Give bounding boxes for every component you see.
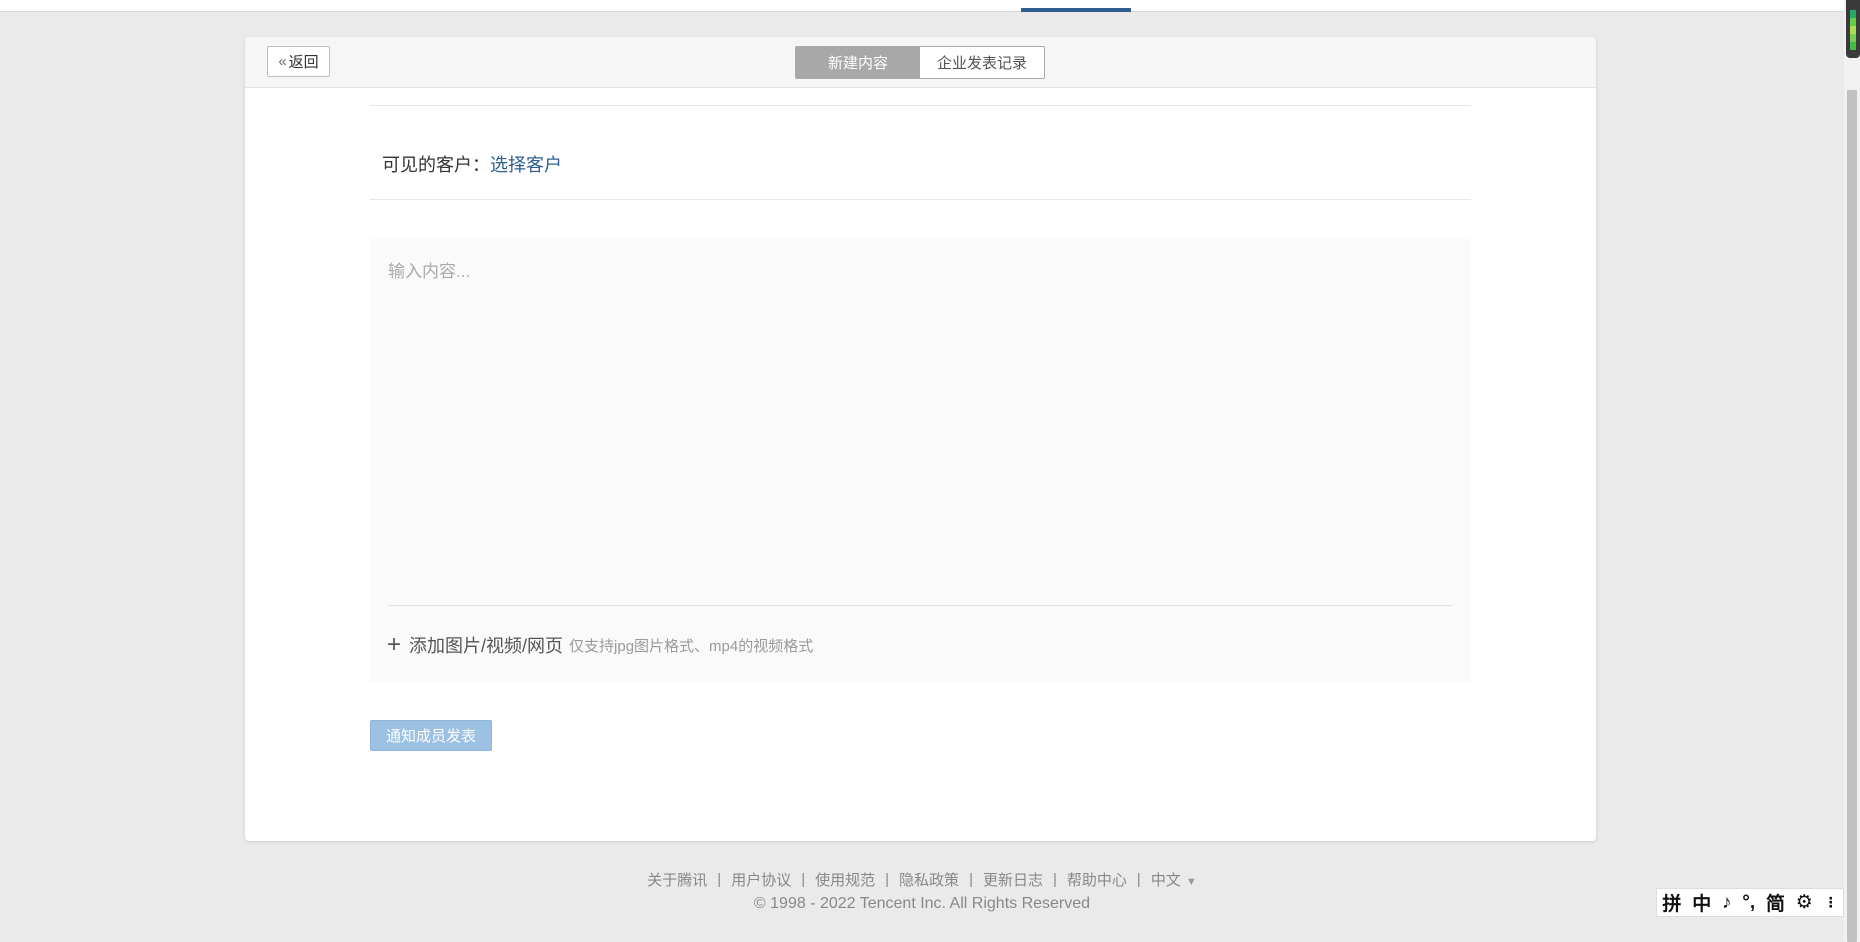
- back-button[interactable]: « 返回: [267, 46, 330, 77]
- notify-members-button[interactable]: 通知成员发表: [370, 720, 492, 751]
- card-header: « 返回 新建内容 企业发表记录: [245, 37, 1596, 88]
- footer-links: 关于腾讯 | 用户协议 | 使用规范 | 隐私政策 | 更新日志 | 帮助中心 …: [0, 868, 1844, 890]
- footer-link-changelog[interactable]: 更新日志: [983, 869, 1043, 890]
- content-editor: + 添加图片/视频/网页 仅支持jpg图片格式、mp4的视频格式: [370, 239, 1471, 682]
- ime-more-icon[interactable]: ⋮: [1824, 894, 1838, 911]
- tab-new-content[interactable]: 新建内容: [796, 47, 920, 78]
- moments-composer-card: « 返回 新建内容 企业发表记录 可见的客户： 选择客户 + 添加图片/视频/网…: [245, 37, 1596, 841]
- divider-top: [370, 105, 1471, 106]
- visible-customers-row: 可见的客户： 选择客户: [382, 152, 562, 176]
- ime-punctuation-icon[interactable]: °,: [1742, 892, 1755, 914]
- ime-halfwidth-icon[interactable]: ♪: [1722, 892, 1732, 914]
- footer-link-usage-rules[interactable]: 使用规范: [815, 869, 875, 890]
- ime-toolbar: 拼 中 ♪ °, 简 ⚙ ⋮: [1656, 888, 1844, 917]
- ime-pinyin-icon[interactable]: 拼: [1662, 889, 1681, 916]
- language-selector[interactable]: 中文 ▼: [1151, 869, 1197, 890]
- ime-chinese-mode-icon[interactable]: 中: [1692, 889, 1711, 916]
- active-nav-indicator: [1021, 8, 1131, 12]
- select-customer-link[interactable]: 选择客户: [490, 151, 562, 177]
- footer-separator: |: [801, 870, 806, 888]
- add-media-label: 添加图片/视频/网页: [409, 636, 564, 656]
- footer-link-user-agreement[interactable]: 用户协议: [731, 869, 791, 890]
- divider-customers: [370, 199, 1471, 200]
- editor-divider: [388, 605, 1453, 606]
- ime-simplified-icon[interactable]: 简: [1766, 889, 1785, 916]
- footer-link-privacy[interactable]: 隐私政策: [899, 869, 959, 890]
- footer-link-help-center[interactable]: 帮助中心: [1067, 869, 1127, 890]
- scrollbar-thumb[interactable]: [1847, 90, 1857, 942]
- footer-link-about[interactable]: 关于腾讯: [647, 869, 707, 890]
- back-button-label: 返回: [288, 54, 319, 71]
- double-chevron-left-icon: «: [278, 53, 287, 70]
- content-input[interactable]: [370, 239, 1471, 605]
- top-nav-strip: [0, 0, 1844, 12]
- footer-separator: |: [885, 870, 890, 888]
- page-scrollbar[interactable]: [1844, 0, 1860, 942]
- resource-monitor-widget: [1846, 0, 1860, 58]
- footer-separator: |: [1136, 870, 1141, 888]
- footer-separator: |: [969, 870, 973, 888]
- plus-icon: +: [387, 631, 402, 658]
- copyright-text: © 1998 - 2022 Tencent Inc. All Rights Re…: [753, 895, 1091, 912]
- ime-settings-icon[interactable]: ⚙: [1796, 891, 1813, 914]
- add-media-hint: 仅支持jpg图片格式、mp4的视频格式: [569, 637, 814, 655]
- caret-down-icon: ▼: [1185, 875, 1197, 888]
- add-media-button[interactable]: + 添加图片/视频/网页 仅支持jpg图片格式、mp4的视频格式: [387, 632, 813, 658]
- footer-separator: |: [717, 870, 722, 888]
- language-label: 中文: [1150, 871, 1181, 889]
- tab-publish-history[interactable]: 企业发表记录: [920, 47, 1044, 78]
- visible-customers-label: 可见的客户：: [382, 155, 490, 175]
- content-tabs: 新建内容 企业发表记录: [795, 46, 1045, 79]
- footer-separator: |: [1052, 870, 1057, 888]
